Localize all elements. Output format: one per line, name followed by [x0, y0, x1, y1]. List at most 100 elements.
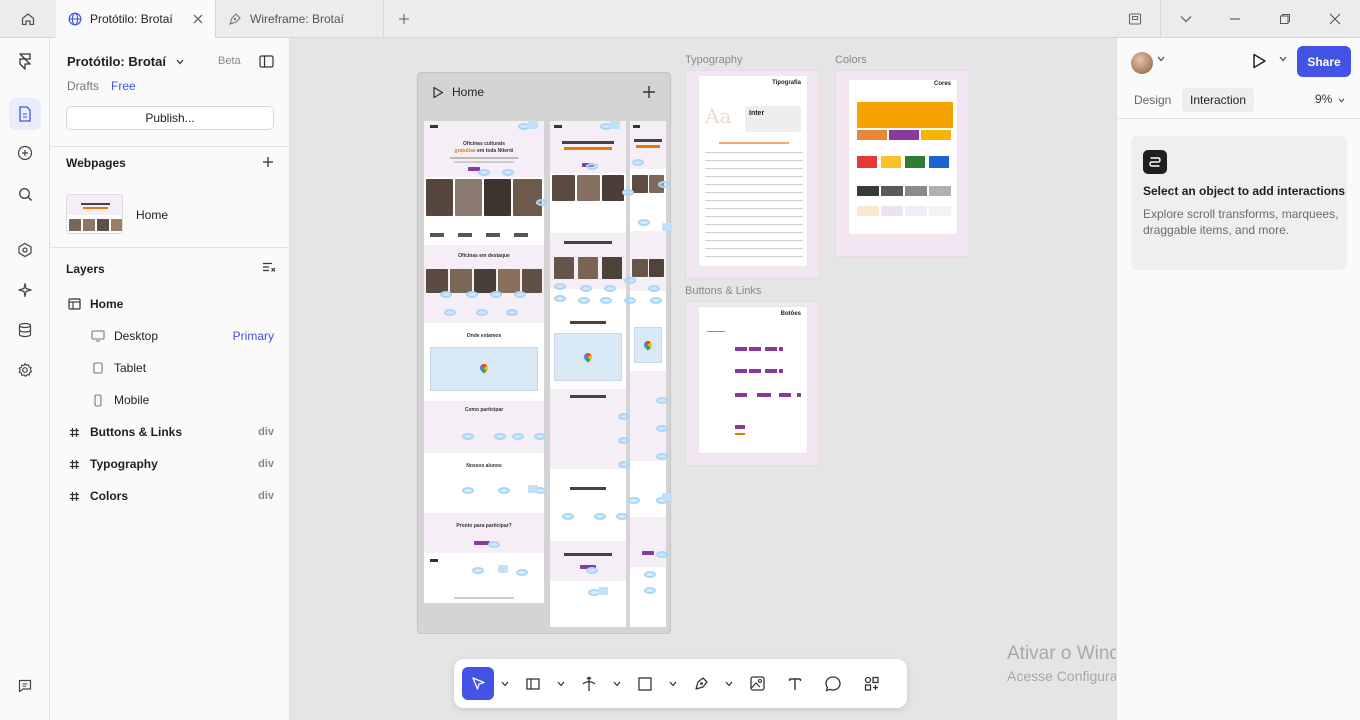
- layer-home[interactable]: Home: [50, 292, 290, 316]
- title-bar: Protótilo: Brotaí Wireframe: Brotaí: [0, 0, 1360, 38]
- plus-circle-icon: [17, 145, 33, 161]
- zoom-control[interactable]: 9%: [1315, 92, 1345, 106]
- layer-label: Typography: [90, 457, 158, 471]
- frame-tool[interactable]: [516, 667, 550, 700]
- play-icon[interactable]: [432, 86, 444, 99]
- tablet-preview[interactable]: [550, 121, 626, 627]
- pen-tool-dropdown[interactable]: [718, 667, 740, 700]
- publish-button[interactable]: Publish...: [66, 106, 274, 130]
- rectangle-tool[interactable]: [628, 667, 662, 700]
- layer-tablet[interactable]: Tablet: [50, 356, 290, 380]
- layers-title: Layers: [66, 262, 105, 276]
- layer-tag: div: [258, 458, 274, 470]
- comment-tool[interactable]: [816, 667, 850, 700]
- divider: [50, 146, 290, 147]
- interactions-empty-state: Select an object to add interactions Exp…: [1131, 136, 1347, 270]
- home-frame[interactable]: Home Oficinas culturais gratuitas em tod…: [417, 72, 672, 634]
- layer-label: Mobile: [114, 393, 150, 407]
- new-tab-button[interactable]: [384, 0, 424, 37]
- plus-icon: [399, 13, 409, 24]
- layer-tag: div: [258, 426, 274, 438]
- pointer-tool[interactable]: [462, 667, 494, 700]
- maximize-button[interactable]: [1260, 0, 1310, 38]
- sidebar-icon: [259, 55, 274, 68]
- colors-frame[interactable]: Cores: [835, 70, 970, 257]
- components-button[interactable]: [9, 234, 41, 266]
- search-button[interactable]: [9, 178, 41, 210]
- mini-students-title: Nossos alunos: [466, 463, 502, 469]
- pointer-tool-dropdown[interactable]: [494, 667, 516, 700]
- share-button[interactable]: Share: [1297, 46, 1351, 77]
- layer-label: Colors: [90, 489, 129, 503]
- chevron-down-icon: [669, 681, 677, 686]
- toggle-panel-button[interactable]: [259, 55, 274, 71]
- project-title-label: Protótilo: Brotaí: [67, 54, 166, 69]
- layer-desktop[interactable]: Desktop Primary: [50, 324, 290, 348]
- avatar[interactable]: [1131, 52, 1153, 74]
- chevron-down-icon: [613, 681, 621, 686]
- text-icon: [788, 677, 802, 690]
- add-breakpoint-icon[interactable]: [642, 85, 656, 99]
- menu-dropdown-button[interactable]: [1160, 0, 1210, 38]
- rectangle-tool-dropdown[interactable]: [662, 667, 684, 700]
- layer-label: Desktop: [114, 329, 159, 343]
- layer-typography[interactable]: Typography div: [50, 452, 290, 476]
- home-frame-title: Home: [452, 85, 485, 99]
- library-button[interactable]: [1110, 0, 1160, 38]
- layers-menu-icon[interactable]: [262, 262, 276, 274]
- project-title[interactable]: Protótilo: Brotaí: [67, 54, 184, 69]
- insert-button[interactable]: [9, 137, 41, 169]
- colors-frame-label[interactable]: Colors: [835, 54, 867, 66]
- layer-mobile[interactable]: Mobile: [50, 388, 290, 412]
- interactions-button[interactable]: [9, 274, 41, 306]
- transform-tool-dropdown[interactable]: [606, 667, 628, 700]
- desktop-icon: [91, 330, 105, 342]
- pen-tool[interactable]: [684, 667, 718, 700]
- close-window-button[interactable]: [1310, 0, 1360, 38]
- buttons-frame[interactable]: Botões: [685, 301, 820, 466]
- webpage-home[interactable]: Home: [136, 208, 168, 222]
- layer-colors[interactable]: Colors div: [50, 484, 290, 508]
- interaction-icon: [1143, 150, 1167, 174]
- typography-frame[interactable]: Tipografia Aa Inter: [685, 70, 820, 279]
- page-icon: [19, 106, 31, 122]
- buttons-frame-label[interactable]: Buttons & Links: [685, 285, 761, 297]
- feedback-icon: [18, 679, 32, 693]
- tab-design[interactable]: Design: [1126, 88, 1179, 112]
- typography-frame-label[interactable]: Typography: [685, 54, 742, 66]
- framer-logo-button[interactable]: [9, 46, 41, 78]
- comment-icon: [825, 675, 841, 692]
- chevron-down-icon: [1180, 16, 1191, 23]
- chevron-down-icon: [176, 59, 184, 64]
- feedback-button[interactable]: [9, 670, 41, 702]
- desktop-preview[interactable]: Oficinas culturais gratuitas em toda Nit…: [424, 121, 544, 603]
- plugins-tool[interactable]: [854, 667, 888, 700]
- frame-tool-dropdown[interactable]: [550, 667, 572, 700]
- drafts-label[interactable]: Drafts: [67, 79, 99, 93]
- tab-interaction[interactable]: Interaction: [1182, 88, 1255, 112]
- plus-icon[interactable]: [262, 156, 274, 168]
- image-tool[interactable]: [740, 667, 774, 700]
- webpage-thumbnail[interactable]: [66, 194, 123, 234]
- pages-button[interactable]: [9, 98, 41, 130]
- primary-badge: Primary: [232, 329, 274, 343]
- webpages-title: Webpages: [66, 156, 126, 170]
- play-icon[interactable]: [1250, 52, 1268, 70]
- mini-where-title: Onde estamos: [466, 333, 502, 339]
- layer-buttons-links[interactable]: Buttons & Links div: [50, 420, 290, 444]
- mobile-icon: [94, 393, 102, 407]
- layer-label: Home: [90, 297, 124, 311]
- close-icon[interactable]: [193, 14, 203, 24]
- minimize-button[interactable]: [1210, 0, 1260, 38]
- chevron-down-icon[interactable]: [1157, 56, 1165, 62]
- transform-tool[interactable]: [572, 667, 606, 700]
- cms-button[interactable]: [9, 314, 41, 346]
- canvas[interactable]: Home Oficinas culturais gratuitas em tod…: [291, 38, 1116, 720]
- text-tool[interactable]: [778, 667, 812, 700]
- tab-wireframe[interactable]: Wireframe: Brotaí: [216, 0, 384, 38]
- plan-badge[interactable]: Free: [111, 79, 136, 93]
- tab-prototype[interactable]: Protótilo: Brotaí: [56, 0, 216, 38]
- chevron-down-icon[interactable]: [1279, 56, 1287, 62]
- home-button[interactable]: [0, 0, 56, 38]
- settings-button[interactable]: [9, 354, 41, 386]
